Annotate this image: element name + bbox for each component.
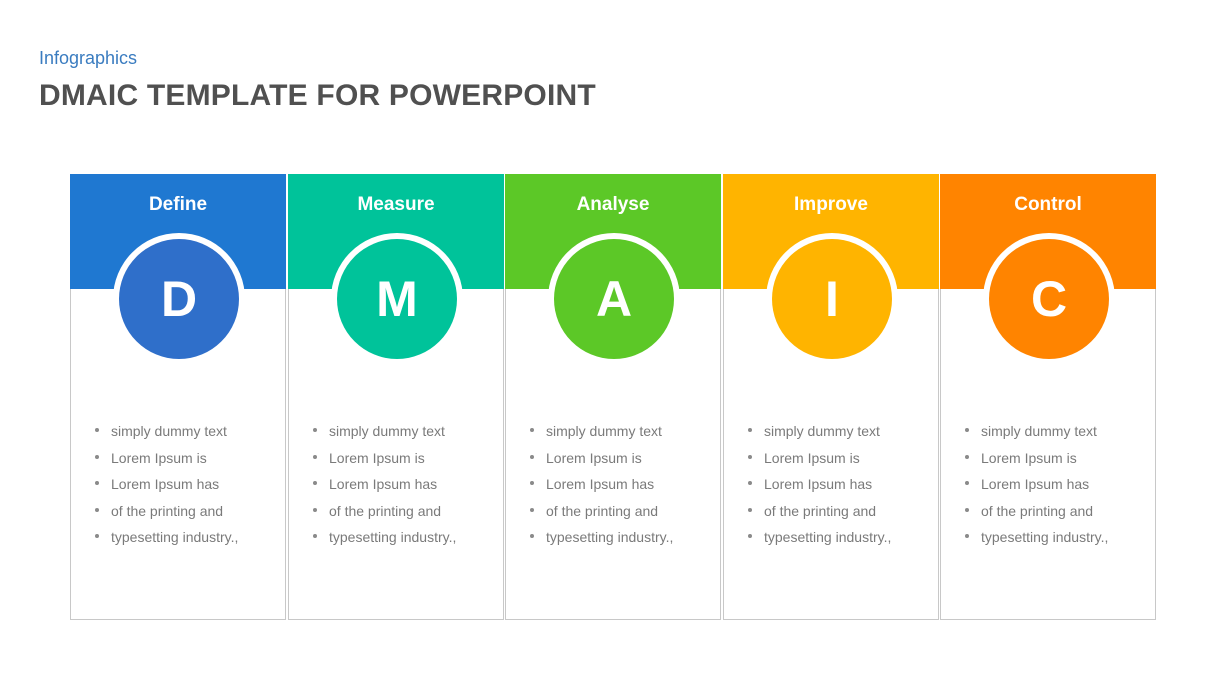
bullet-item: Lorem Ipsum has — [961, 475, 1108, 502]
bullet-item: simply dummy text — [526, 422, 673, 449]
bullet-item: Lorem Ipsum is — [309, 449, 456, 476]
bullet-item: typesetting industry., — [91, 528, 238, 555]
bullet-icon — [965, 534, 969, 539]
bullet-item: Lorem Ipsum has — [526, 475, 673, 502]
stage-label: Analyse — [576, 194, 650, 215]
bullet-list: simply dummy text Lorem Ipsum is Lorem I… — [744, 422, 891, 555]
bullet-icon — [965, 428, 969, 433]
bullet-icon — [965, 481, 969, 486]
bullet-icon — [313, 534, 317, 539]
bullet-icon — [748, 428, 752, 433]
bullet-item: Lorem Ipsum is — [91, 449, 238, 476]
bullet-list: simply dummy text Lorem Ipsum is Lorem I… — [526, 422, 673, 555]
bullet-icon — [748, 507, 752, 512]
bullet-item: simply dummy text — [309, 422, 456, 449]
stage-card-analyse: Analyse A simply dummy text Lorem Ipsum … — [505, 174, 721, 620]
bullet-icon — [530, 481, 534, 486]
bullet-icon — [313, 454, 317, 459]
bullet-icon — [95, 428, 99, 433]
letter-circle: M — [337, 239, 457, 359]
bullet-item: Lorem Ipsum is — [744, 449, 891, 476]
bullet-item: typesetting industry., — [309, 528, 456, 555]
bullet-icon — [95, 534, 99, 539]
bullet-item: simply dummy text — [961, 422, 1108, 449]
bullet-item: Lorem Ipsum has — [309, 475, 456, 502]
bullet-item: Lorem Ipsum has — [744, 475, 891, 502]
bullet-icon — [313, 428, 317, 433]
stage-card-improve: Improve I simply dummy text Lorem Ipsum … — [723, 174, 939, 620]
stage-card-control: Control C simply dummy text Lorem Ipsum … — [940, 174, 1156, 620]
letter-circle: C — [989, 239, 1109, 359]
bullet-icon — [530, 454, 534, 459]
bullet-item: of the printing and — [91, 502, 238, 529]
bullet-icon — [313, 507, 317, 512]
bullet-icon — [965, 507, 969, 512]
stage-label: Control — [1014, 194, 1082, 215]
bullet-icon — [530, 507, 534, 512]
bullet-item: of the printing and — [961, 502, 1108, 529]
bullet-list: simply dummy text Lorem Ipsum is Lorem I… — [309, 422, 456, 555]
stage-label: Improve — [794, 194, 868, 215]
bullet-icon — [748, 534, 752, 539]
bullet-icon — [95, 507, 99, 512]
bullet-icon — [313, 481, 317, 486]
bullet-item: Lorem Ipsum is — [526, 449, 673, 476]
bullet-icon — [965, 454, 969, 459]
stage-card-measure: Measure M simply dummy text Lorem Ipsum … — [288, 174, 504, 620]
bullet-item: of the printing and — [309, 502, 456, 529]
bullet-icon — [530, 534, 534, 539]
letter-circle: I — [772, 239, 892, 359]
letter-circle: D — [119, 239, 239, 359]
bullet-icon — [530, 428, 534, 433]
bullet-icon — [95, 481, 99, 486]
slide-title: DMAIC TEMPLATE FOR POWERPOINT — [39, 79, 596, 112]
bullet-item: simply dummy text — [744, 422, 891, 449]
bullet-item: Lorem Ipsum has — [91, 475, 238, 502]
slide-subtitle: Infographics — [39, 48, 138, 68]
bullet-item: typesetting industry., — [526, 528, 673, 555]
bullet-item: typesetting industry., — [744, 528, 891, 555]
stage-label: Measure — [357, 194, 435, 215]
bullet-item: of the printing and — [526, 502, 673, 529]
bullet-icon — [748, 454, 752, 459]
bullet-list: simply dummy text Lorem Ipsum is Lorem I… — [961, 422, 1108, 555]
letter-circle: A — [554, 239, 674, 359]
bullet-item: of the printing and — [744, 502, 891, 529]
stage-label: Define — [148, 194, 208, 215]
stage-card-define: Define D simply dummy text Lorem Ipsum i… — [70, 174, 286, 620]
bullet-icon — [95, 454, 99, 459]
bullet-item: simply dummy text — [91, 422, 238, 449]
bullet-icon — [748, 481, 752, 486]
bullet-item: typesetting industry., — [961, 528, 1108, 555]
bullet-item: Lorem Ipsum is — [961, 449, 1108, 476]
bullet-list: simply dummy text Lorem Ipsum is Lorem I… — [91, 422, 238, 555]
